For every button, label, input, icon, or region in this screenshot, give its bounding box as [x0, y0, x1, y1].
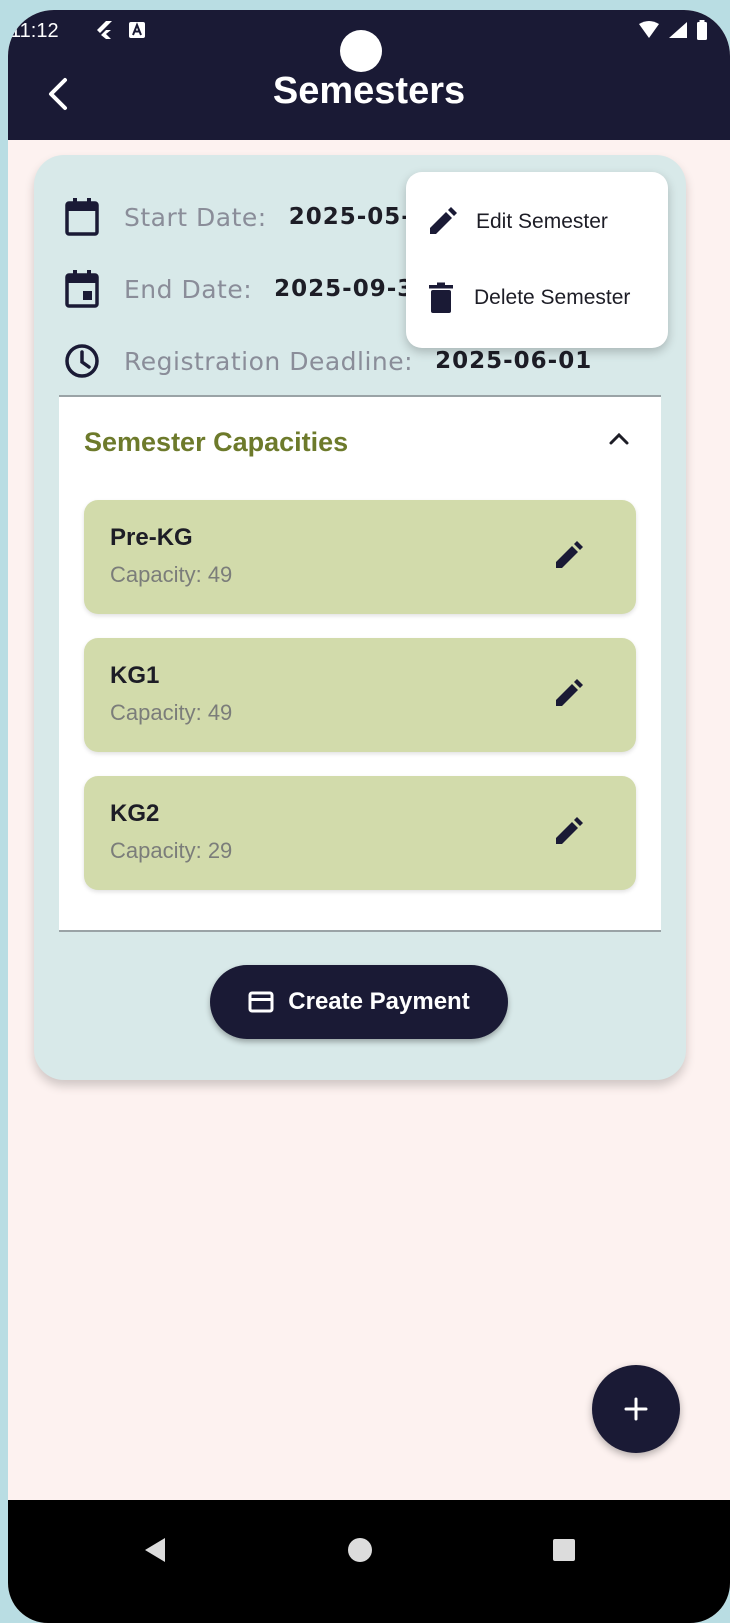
- capacity-item-kg2: KG2 Capacity: 29: [84, 776, 636, 890]
- status-right-icons: [638, 20, 708, 45]
- nav-back-button[interactable]: [136, 1530, 176, 1570]
- create-payment-label: Create Payment: [288, 988, 470, 1015]
- capacity-item-name: KG1: [110, 662, 160, 689]
- clock-icon: [62, 341, 102, 381]
- edit-capacity-button[interactable]: [550, 538, 586, 574]
- system-nav-bar: [8, 1500, 730, 1623]
- delete-semester-menu-item[interactable]: Delete Semester: [426, 273, 630, 323]
- circle-home-icon: [348, 1538, 372, 1562]
- trash-icon: [429, 282, 453, 313]
- square-recents-icon: [553, 1539, 575, 1561]
- nav-home-button[interactable]: [340, 1530, 380, 1570]
- capacity-item-kg1: KG1 Capacity: 49: [84, 638, 636, 752]
- add-semester-fab[interactable]: [592, 1365, 680, 1453]
- capacities-title[interactable]: Semester Capacities: [84, 427, 348, 458]
- wifi-icon: [638, 21, 660, 44]
- signal-icon: [668, 21, 688, 44]
- edit-capacity-button[interactable]: [550, 676, 586, 712]
- pencil-icon: [556, 817, 583, 844]
- capacity-item-value: Capacity: 49: [110, 562, 233, 587]
- start-date-value: 2025-05-: [288, 204, 412, 230]
- pencil-icon: [556, 679, 583, 706]
- status-left-icons: [94, 20, 146, 45]
- calendar-event-icon: [62, 269, 102, 309]
- edit-semester-menu-item[interactable]: Edit Semester: [426, 197, 608, 247]
- page-title: Semesters: [272, 70, 466, 112]
- flutter-icon: [94, 20, 114, 45]
- status-time: 11:12: [10, 20, 59, 42]
- edit-semester-label: Edit Semester: [476, 210, 608, 233]
- credit-card-icon: [248, 991, 274, 1013]
- capacity-item-value: Capacity: 29: [110, 838, 233, 863]
- end-date-row: End Date: 2025-09-3: [62, 267, 414, 311]
- plus-icon: [624, 1397, 648, 1421]
- delete-semester-label: Delete Semester: [474, 286, 631, 309]
- calendar-icon: [62, 197, 102, 237]
- nav-recents-button[interactable]: [544, 1530, 584, 1570]
- app-bar: 11:12 Semesters: [8, 10, 730, 140]
- chevron-up-icon[interactable]: [607, 431, 631, 452]
- registration-deadline-value: 2025-06-01: [435, 348, 593, 374]
- capacity-item-name: KG2: [110, 800, 160, 827]
- semester-context-menu: Edit Semester Delete Semester: [406, 172, 668, 348]
- triangle-back-icon: [145, 1538, 165, 1562]
- battery-icon: [696, 20, 708, 45]
- end-date-value: 2025-09-3: [274, 276, 415, 302]
- capacity-item-value: Capacity: 49: [110, 700, 233, 725]
- a-badge-icon: [128, 21, 146, 44]
- capacities-panel: Semester Capacities Pre-KG Capacity: 49 …: [59, 395, 661, 932]
- phone-screen: 11:12 Semesters Start Date: 2025-05- End…: [8, 10, 730, 1623]
- registration-deadline-label: Registration Deadline:: [124, 346, 414, 376]
- capacity-item-pre-kg: Pre-KG Capacity: 49: [84, 500, 636, 614]
- start-date-label: Start Date:: [124, 202, 267, 232]
- capacity-item-name: Pre-KG: [110, 524, 193, 551]
- create-payment-button[interactable]: Create Payment: [210, 965, 508, 1039]
- pencil-icon: [430, 207, 457, 234]
- end-date-label: End Date:: [124, 274, 253, 304]
- camera-cutout: [340, 30, 382, 72]
- edit-capacity-button[interactable]: [550, 814, 586, 850]
- start-date-row: Start Date: 2025-05-: [62, 195, 412, 239]
- pencil-icon: [556, 541, 583, 568]
